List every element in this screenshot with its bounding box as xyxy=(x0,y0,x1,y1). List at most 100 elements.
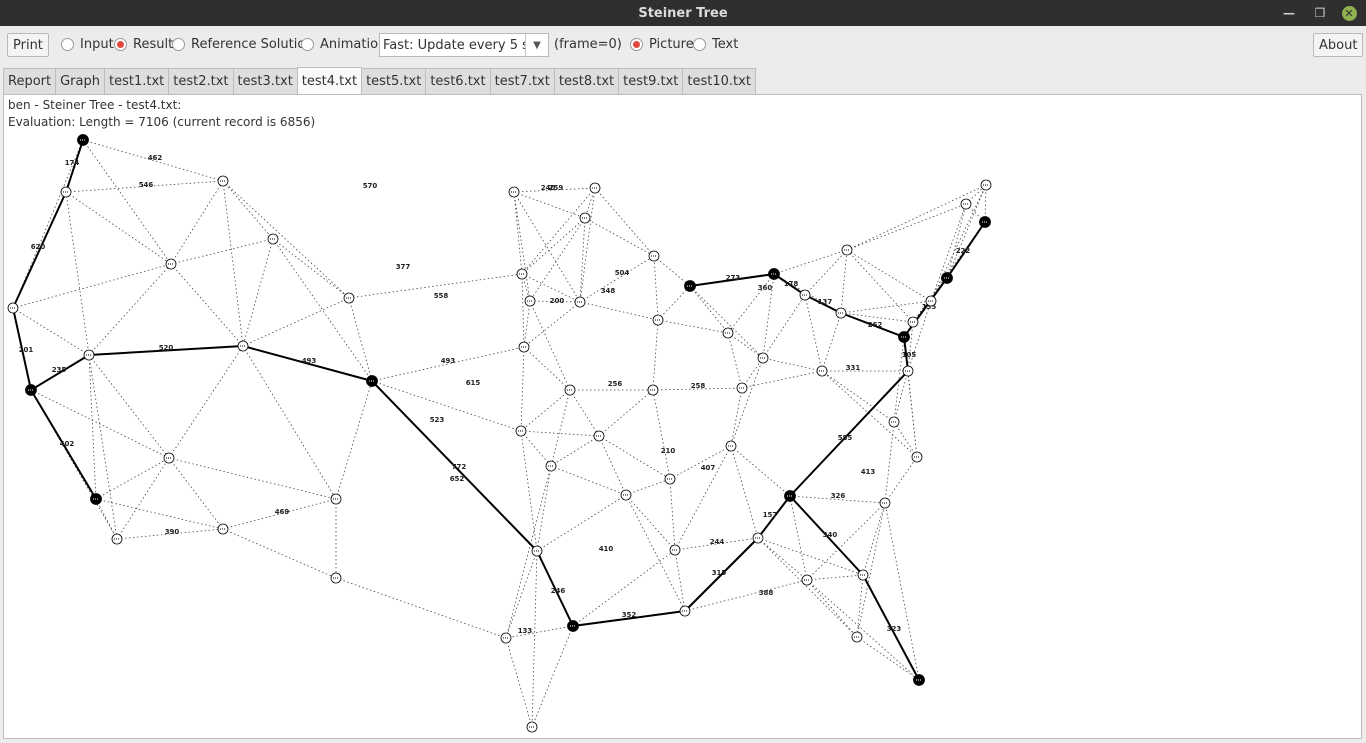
edge-weight-label: 273 xyxy=(726,274,741,282)
edge-weight-label: 402 xyxy=(60,440,75,448)
graph-edge xyxy=(371,380,522,432)
edge-weight-label: 504 xyxy=(615,269,630,277)
graph-edge xyxy=(170,180,224,265)
graph-edge xyxy=(579,301,659,321)
graph-edge xyxy=(579,217,586,303)
tab-test3[interactable]: test3.txt xyxy=(232,68,298,94)
radio-animation[interactable] xyxy=(301,38,314,51)
graph-edge xyxy=(521,273,525,348)
minimize-icon[interactable]: — xyxy=(1280,0,1298,26)
speed-select[interactable]: Fast: Update every 5 sec ▼ xyxy=(379,33,549,57)
graph-edge xyxy=(242,297,350,347)
graph-edge xyxy=(529,217,586,302)
graph-edge xyxy=(653,255,659,321)
radio-reference-solution[interactable] xyxy=(172,38,185,51)
graph-edge xyxy=(741,370,823,389)
edge-weight-label: 520 xyxy=(159,344,174,352)
tab-report[interactable]: Report xyxy=(3,68,57,94)
print-button[interactable]: Print xyxy=(7,33,49,57)
edge-weight-label: 546 xyxy=(139,181,154,189)
graph-edge xyxy=(669,478,676,551)
edge-weight-label: 201 xyxy=(19,346,34,354)
graph-edge xyxy=(12,263,172,309)
graph-edge xyxy=(930,184,987,302)
graph-edge xyxy=(884,502,920,681)
speed-select-value: Fast: Update every 5 sec xyxy=(383,37,525,53)
graph-edge xyxy=(727,332,743,389)
graph-edge xyxy=(652,389,671,480)
graph-edge xyxy=(846,184,987,251)
radio-picture[interactable] xyxy=(630,38,643,51)
graph-edge xyxy=(531,550,538,728)
tab-test1[interactable]: test1.txt xyxy=(104,68,170,94)
tab-test7[interactable]: test7.txt xyxy=(489,68,555,94)
radio-result[interactable] xyxy=(114,38,127,51)
graph-edge xyxy=(840,300,932,314)
radio-animation-label[interactable]: Animation xyxy=(320,37,386,52)
radio-text-label[interactable]: Text xyxy=(712,37,738,52)
graph-edge xyxy=(946,203,967,279)
edge-weight-label: 178 xyxy=(784,280,799,288)
edge-weight-label: 235 xyxy=(52,366,67,374)
graph-edge xyxy=(550,435,600,467)
edge-weight-label: 493 xyxy=(441,357,456,365)
graph-edge xyxy=(170,263,244,347)
graph-edge xyxy=(520,430,600,437)
radio-text[interactable] xyxy=(693,38,706,51)
restore-icon[interactable]: ❒ xyxy=(1311,0,1329,26)
graph-edge xyxy=(168,345,244,459)
graph-edge xyxy=(272,238,350,299)
edge-weight-label: 772 xyxy=(452,463,467,471)
graph-edge xyxy=(222,180,274,240)
tab-test4[interactable]: test4.txt xyxy=(296,67,363,95)
graph-edge xyxy=(222,180,244,347)
radio-picture-label[interactable]: Picture xyxy=(649,37,694,52)
edge-weight-label: 340 xyxy=(823,531,838,539)
graph-edge xyxy=(730,445,791,497)
window-titlebar: Steiner Tree — ❒ ✕ xyxy=(0,0,1366,26)
graph-edge xyxy=(674,549,686,612)
about-button[interactable]: About xyxy=(1313,33,1364,57)
graph-edge xyxy=(804,249,848,296)
edge-weight-label: 352 xyxy=(622,611,637,619)
edge-weight-label: 262 xyxy=(868,321,883,329)
radio-input[interactable] xyxy=(61,38,74,51)
graph-edge xyxy=(856,574,864,638)
edge-weight-label: 493 xyxy=(302,357,317,365)
tab-test5[interactable]: test5.txt xyxy=(361,68,427,94)
radio-reference-solution-label[interactable]: Reference Solution xyxy=(191,37,314,52)
chevron-down-icon[interactable]: ▼ xyxy=(525,34,548,56)
graph-edge xyxy=(88,263,172,356)
graph-edge xyxy=(762,294,806,359)
graph-edge xyxy=(598,435,671,480)
graph-edge xyxy=(657,319,729,334)
tab-test10[interactable]: test10.txt xyxy=(682,68,756,94)
graph-edge xyxy=(536,494,627,552)
edge-weight-label: 390 xyxy=(165,528,180,536)
tab-test9[interactable]: test9.txt xyxy=(618,68,684,94)
graph-edge xyxy=(884,421,895,504)
graph-edge xyxy=(727,332,764,359)
close-icon[interactable]: ✕ xyxy=(1340,0,1358,26)
frame-label: (frame=0) xyxy=(554,37,622,52)
graph-edge xyxy=(88,354,97,500)
tab-graph[interactable]: Graph xyxy=(55,68,105,94)
tab-test2[interactable]: test2.txt xyxy=(168,68,234,94)
edge-weight-label: 570 xyxy=(363,182,378,190)
tab-test6[interactable]: test6.txt xyxy=(425,68,491,94)
graph-edge xyxy=(242,345,337,500)
edge-weight-label: 246 xyxy=(551,587,566,595)
graph-edge xyxy=(222,528,337,579)
graph-edge xyxy=(513,191,581,303)
graph-edge xyxy=(741,357,764,389)
graph-edge xyxy=(806,502,886,581)
graph-edge xyxy=(806,579,920,681)
graph-edge xyxy=(272,238,373,382)
tab-test8[interactable]: test8.txt xyxy=(553,68,620,94)
radio-input-label[interactable]: Input xyxy=(80,37,114,52)
edge-weight-label: 585 xyxy=(838,434,853,442)
graph-edge xyxy=(531,625,574,728)
graph-edge xyxy=(242,238,274,347)
radio-result-label[interactable]: Result xyxy=(133,37,173,52)
steiner-graph: 174 620 201 402 235 520 493 772 246 352 315 157 340 3… xyxy=(7,134,992,733)
